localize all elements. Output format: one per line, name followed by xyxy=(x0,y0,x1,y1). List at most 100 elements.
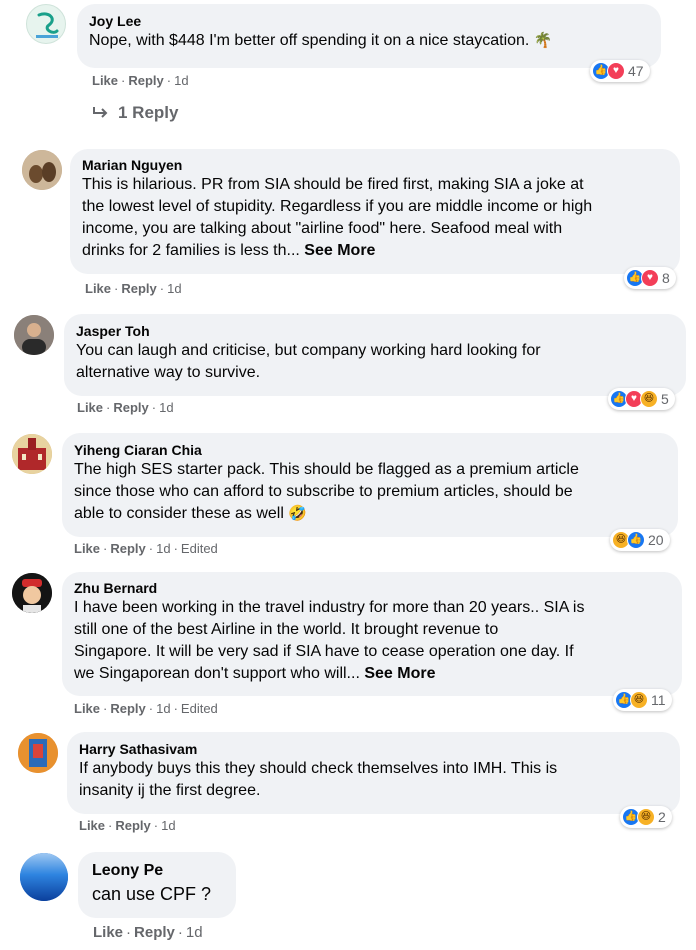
reply-button[interactable]: Reply xyxy=(115,818,150,833)
comment-author[interactable]: Joy Lee xyxy=(89,12,649,30)
avatar[interactable] xyxy=(18,733,58,773)
comment-text: can use CPF ? xyxy=(92,881,224,907)
comment-text: I have been working in the travel indust… xyxy=(74,597,670,685)
comment-author[interactable]: Marian Nguyen xyxy=(82,156,668,174)
comment-text-line: The high SES starter pack. This should b… xyxy=(74,461,579,478)
haha-reaction-icon: 😆 xyxy=(637,808,655,826)
comment-author[interactable]: Yiheng Ciaran Chia xyxy=(74,441,666,459)
comment-author[interactable]: Zhu Bernard xyxy=(74,579,670,597)
avatar[interactable] xyxy=(14,315,54,355)
like-button[interactable]: Like xyxy=(77,400,103,415)
timestamp[interactable]: 1d xyxy=(156,701,170,716)
reaction-count: 11 xyxy=(651,692,666,708)
comment-text-line: alternative way to survive. xyxy=(76,364,261,381)
comment-text-line: I have been working in the travel indust… xyxy=(74,599,585,616)
like-button[interactable]: Like xyxy=(85,281,111,296)
view-replies-link[interactable]: 1 Reply xyxy=(92,103,178,123)
reactions-summary[interactable]: 👍 ♥ 8 xyxy=(624,267,676,289)
reactions-summary[interactable]: 👍 😆 11 xyxy=(613,689,672,711)
timestamp[interactable]: 1d xyxy=(156,541,170,556)
reaction-count: 8 xyxy=(662,270,670,286)
haha-reaction-icon: 😆 xyxy=(630,691,648,709)
comment-bubble: Zhu Bernard I have been working in the t… xyxy=(62,572,682,696)
comment-author[interactable]: Harry Sathasivam xyxy=(79,740,668,758)
comment-bubble: Jasper Toh You can laugh and criticise, … xyxy=(64,314,686,396)
love-reaction-icon: ♥ xyxy=(607,62,625,80)
like-button[interactable]: Like xyxy=(74,701,100,716)
reply-button[interactable]: Reply xyxy=(121,281,156,296)
reply-button[interactable]: Reply xyxy=(113,400,148,415)
comment-text-line: can use CPF ? xyxy=(92,884,212,904)
reactions-summary[interactable]: 👍 😆 2 xyxy=(620,806,672,828)
timestamp[interactable]: 1d xyxy=(167,281,181,296)
comment-text-line: since those who can afford to subscribe … xyxy=(74,483,573,500)
comment-text-line: Singapore. It will be very sad if SIA ha… xyxy=(74,643,574,660)
comment-text-line: This is hilarious. PR from SIA should be… xyxy=(82,176,584,193)
comment-author[interactable]: Jasper Toh xyxy=(76,322,674,340)
comment-text-line: If anybody buys this they should check t… xyxy=(79,760,558,777)
comment-text-line: insanity ij the first degree. xyxy=(79,782,261,799)
haha-reaction-icon: 😆 xyxy=(640,390,658,408)
comment-actions: Like · Reply · 1d xyxy=(79,818,176,833)
reactions-summary[interactable]: 😆 👍 20 xyxy=(610,529,670,551)
comment-text-line: still one of the best Airline in the wor… xyxy=(74,621,499,638)
edited-label: Edited xyxy=(180,701,218,716)
replies-label: 1 Reply xyxy=(118,103,179,122)
reaction-count: 47 xyxy=(628,63,644,79)
see-more-link[interactable]: See More xyxy=(304,242,375,259)
comment-text-line: the lowest level of stupidity. Regardles… xyxy=(82,198,593,215)
artwork-photo-icon xyxy=(18,733,58,773)
logo-icon xyxy=(36,12,59,38)
comment-bubble: Harry Sathasivam If anybody buys this th… xyxy=(67,732,680,814)
rofl-emoji-icon: 🤣 xyxy=(288,505,308,522)
avatar[interactable] xyxy=(12,573,52,613)
like-button[interactable]: Like xyxy=(74,541,100,556)
comment-text: The high SES starter pack. This should b… xyxy=(74,459,666,525)
reactions-summary[interactable]: 👍 ♥ 47 xyxy=(590,60,650,82)
person-photo-icon xyxy=(14,315,54,355)
comment-text-line: we Singaporean don't support who will... xyxy=(74,665,360,682)
see-more-link[interactable]: See More xyxy=(364,665,435,682)
ocean-photo-icon xyxy=(20,853,68,901)
like-button[interactable]: Like xyxy=(92,73,118,88)
building-photo-icon xyxy=(12,434,52,474)
timestamp[interactable]: 1d xyxy=(174,73,188,88)
comment-text-line: drinks for 2 families is less th... xyxy=(82,242,300,259)
comment-text: This is hilarious. PR from SIA should be… xyxy=(82,174,668,262)
reaction-count: 2 xyxy=(658,809,666,825)
comment-text-line: Nope, with $448 I'm better off spending … xyxy=(89,32,530,49)
timestamp[interactable]: 1d xyxy=(161,818,175,833)
cartoon-avatar-icon xyxy=(12,573,52,613)
reply-button[interactable]: Reply xyxy=(110,701,145,716)
love-reaction-icon: ♥ xyxy=(641,269,659,287)
like-button[interactable]: Like xyxy=(79,818,105,833)
reaction-count: 20 xyxy=(648,532,664,548)
like-button[interactable]: Like xyxy=(93,924,123,941)
comment-actions: Like · Reply · 1d xyxy=(77,400,174,415)
avatar[interactable] xyxy=(26,4,66,44)
comment-actions: Like · Reply · 1d · Edited xyxy=(74,541,218,556)
comment-text: If anybody buys this they should check t… xyxy=(79,758,668,802)
avatar[interactable] xyxy=(12,434,52,474)
reply-button[interactable]: Reply xyxy=(134,924,175,941)
reply-button[interactable]: Reply xyxy=(128,73,163,88)
camels-photo-icon xyxy=(22,150,62,190)
avatar[interactable] xyxy=(22,150,62,190)
reply-button[interactable]: Reply xyxy=(110,541,145,556)
comment-text-line: You can laugh and criticise, but company… xyxy=(76,342,541,359)
timestamp[interactable]: 1d xyxy=(159,400,173,415)
comment-text-line: income, you are talking about "airline f… xyxy=(82,220,563,237)
timestamp[interactable]: 1d xyxy=(186,924,203,941)
comment-actions: Like · Reply · 1d · Edited xyxy=(74,701,218,716)
edited-label: Edited xyxy=(180,541,218,556)
avatar[interactable] xyxy=(20,853,68,901)
reply-arrow-icon xyxy=(93,107,108,118)
reactions-summary[interactable]: 👍 ♥ 😆 5 xyxy=(608,388,675,410)
comment-bubble: Leony Pe can use CPF ? xyxy=(78,852,236,918)
like-reaction-icon: 👍 xyxy=(627,531,645,549)
comment-author[interactable]: Leony Pe xyxy=(92,861,224,881)
comment-text: You can laugh and criticise, but company… xyxy=(76,340,674,384)
comment-bubble: Marian Nguyen This is hilarious. PR from… xyxy=(70,149,680,274)
comment-text-line: able to consider these as well xyxy=(74,505,284,522)
comment-actions: Like · Reply · 1d xyxy=(93,924,203,941)
